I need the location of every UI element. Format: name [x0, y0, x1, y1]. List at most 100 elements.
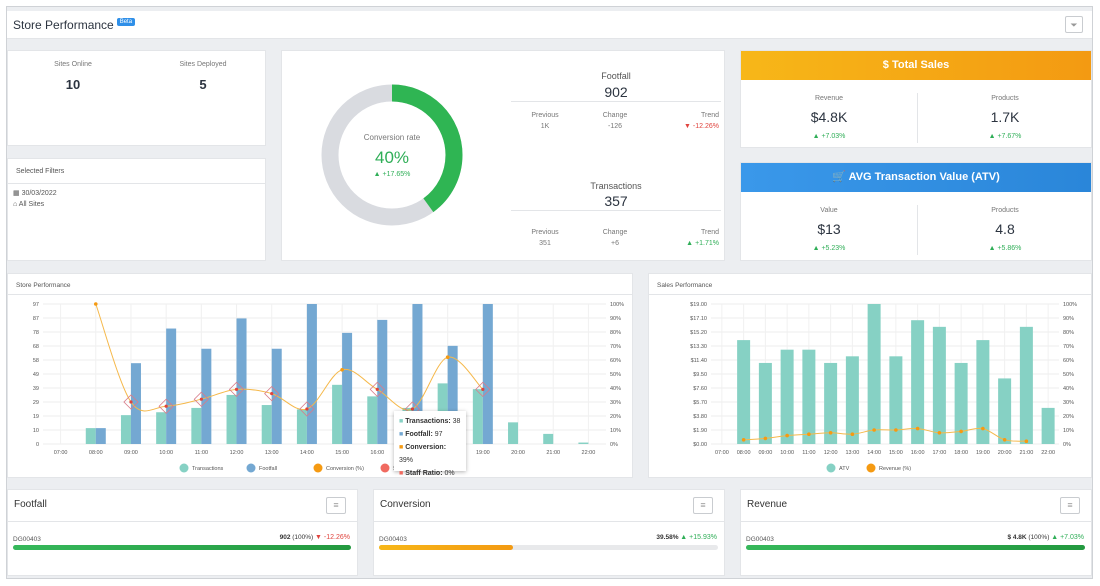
- y-tick-label: $11.40: [691, 358, 707, 364]
- y2-tick-label: 40%: [1063, 386, 1074, 392]
- conversion-point: [305, 407, 309, 411]
- bar-atv: [845, 356, 859, 444]
- cart-icon: 🛒: [832, 171, 846, 183]
- bar-footfall: [271, 348, 282, 444]
- line-point: [1002, 438, 1007, 442]
- sort-button[interactable]: ≡: [1060, 497, 1080, 514]
- y-tick-label: 58: [33, 358, 39, 364]
- sort-button[interactable]: ≡: [326, 497, 346, 514]
- bar-atv: [1041, 407, 1055, 444]
- line-point: [763, 436, 768, 441]
- line-point: [785, 433, 789, 438]
- arrow-up-icon: ▲: [686, 240, 694, 247]
- y-tick-label: 19: [33, 414, 39, 420]
- line-point: [741, 438, 746, 442]
- y2-tick-label: 90%: [1063, 316, 1074, 322]
- y-tick-label: $17.10: [690, 316, 707, 322]
- y-tick-label: $19.00: [690, 302, 707, 308]
- x-tick-label: 16:00: [370, 450, 384, 456]
- y-tick-label: $7.60: [693, 386, 707, 392]
- dashboard: Store Performance Beta ⏷ Sites Online 10 …: [6, 6, 1093, 579]
- x-tick-label: 21:00: [1019, 450, 1033, 456]
- conversion-point: [199, 397, 203, 401]
- legend-marker: [179, 463, 189, 473]
- legend-label: Transactions: [192, 466, 224, 472]
- x-tick-label: 18:00: [954, 450, 968, 456]
- legend-label: Footfall: [259, 466, 277, 472]
- bar-transactions: [472, 389, 483, 444]
- y2-tick-label: 90%: [610, 316, 621, 322]
- y2-tick-label: 20%: [610, 414, 621, 420]
- y-tick-label: $3.80: [693, 414, 707, 420]
- page-header: Store Performance Beta ⏷: [7, 11, 1092, 39]
- y2-tick-label: 30%: [1063, 400, 1074, 406]
- y-tick-label: 97: [33, 302, 39, 308]
- x-tick-label: 08:00: [737, 450, 751, 456]
- bar-footfall: [342, 332, 353, 444]
- y-tick-label: $9.50: [693, 372, 707, 378]
- line-point: [981, 426, 985, 431]
- x-tick-label: 10:00: [780, 450, 794, 456]
- selected-filters-card: Selected Filters ▦ 30/03/2022 ⌂ All Site…: [7, 158, 266, 261]
- atv-card: 🛒 AVG Transaction Value (ATV) Value $13 …: [740, 162, 1092, 261]
- line-point: [959, 429, 963, 434]
- line-point: [93, 302, 98, 306]
- filter-button[interactable]: ⏷: [1065, 16, 1083, 33]
- bar-transactions: [332, 384, 343, 444]
- y-tick-label: 49: [33, 372, 39, 378]
- conversion-point: [481, 387, 485, 391]
- legend-label: Conversion (%): [326, 466, 364, 472]
- y2-tick-label: 80%: [610, 330, 621, 336]
- bar-transactions: [508, 422, 519, 444]
- y-tick-label: $0.00: [693, 442, 707, 448]
- bar-atv: [758, 362, 772, 444]
- sites-deployed-value: 5: [199, 77, 207, 92]
- bar-atv: [802, 349, 816, 444]
- x-tick-label: 19:00: [976, 450, 990, 456]
- bar-atv: [737, 340, 751, 444]
- bar-transactions: [156, 412, 167, 444]
- y2-tick-label: 100%: [1063, 302, 1077, 308]
- store-performance-chart: 0 0% 10 10% 19 20% 29 30% 39 40% 49 50% 58 60% 68 70% 78…: [33, 302, 624, 473]
- line-point: [850, 432, 855, 436]
- bar-atv: [911, 320, 925, 444]
- y-tick-label: 10: [33, 428, 39, 434]
- x-tick-label: 12:00: [824, 450, 838, 456]
- bar-transactions: [261, 405, 272, 444]
- y-tick-label: $5.70: [693, 400, 707, 406]
- x-tick-label: 14:00: [300, 450, 314, 456]
- progress-bar: [746, 545, 1085, 550]
- store-performance-chart-card: Store Performance 0 0% 10 10% 19 20% 29 30% 39 40…: [7, 273, 633, 478]
- line-point: [807, 432, 811, 436]
- filter-icon: ⏷: [1070, 20, 1078, 30]
- legend-label: ATV: [839, 466, 850, 472]
- y2-tick-label: 10%: [610, 428, 621, 434]
- x-tick-label: 15:00: [889, 450, 903, 456]
- x-tick-label: 09:00: [124, 450, 138, 456]
- sort-button[interactable]: ≡: [693, 497, 713, 514]
- conversion-point: [270, 392, 274, 396]
- bar-atv: [1019, 326, 1033, 444]
- line-point: [828, 431, 833, 435]
- home-icon: ⌂: [13, 201, 18, 208]
- line-point: [937, 431, 942, 435]
- x-tick-label: 15:00: [335, 450, 349, 456]
- x-tick-label: 13:00: [845, 450, 859, 456]
- conversion-point: [234, 387, 239, 391]
- beta-badge: Beta: [116, 18, 136, 26]
- y2-tick-label: 0%: [610, 442, 618, 448]
- conversion-card: Conversion rate 40% ▲ +17.65% Footfall 9…: [281, 50, 725, 261]
- y2-tick-label: 30%: [610, 400, 621, 406]
- y-tick-label: 39: [33, 386, 39, 392]
- bar-footfall: [166, 328, 177, 444]
- bar-footfall: [306, 304, 317, 444]
- x-tick-label: 11:00: [802, 450, 815, 456]
- x-tick-label: 22:00: [582, 450, 596, 456]
- y-tick-label: 78: [33, 330, 39, 336]
- bar-transactions: [85, 428, 96, 444]
- bar-footfall: [236, 318, 247, 444]
- sales-performance-chart-card: Sales Performance $0.00 0% $1.90 10% $3.80 20…: [648, 273, 1092, 478]
- y2-tick-label: 20%: [1063, 414, 1074, 420]
- progress-bar: [13, 545, 351, 550]
- bar-atv: [998, 378, 1012, 444]
